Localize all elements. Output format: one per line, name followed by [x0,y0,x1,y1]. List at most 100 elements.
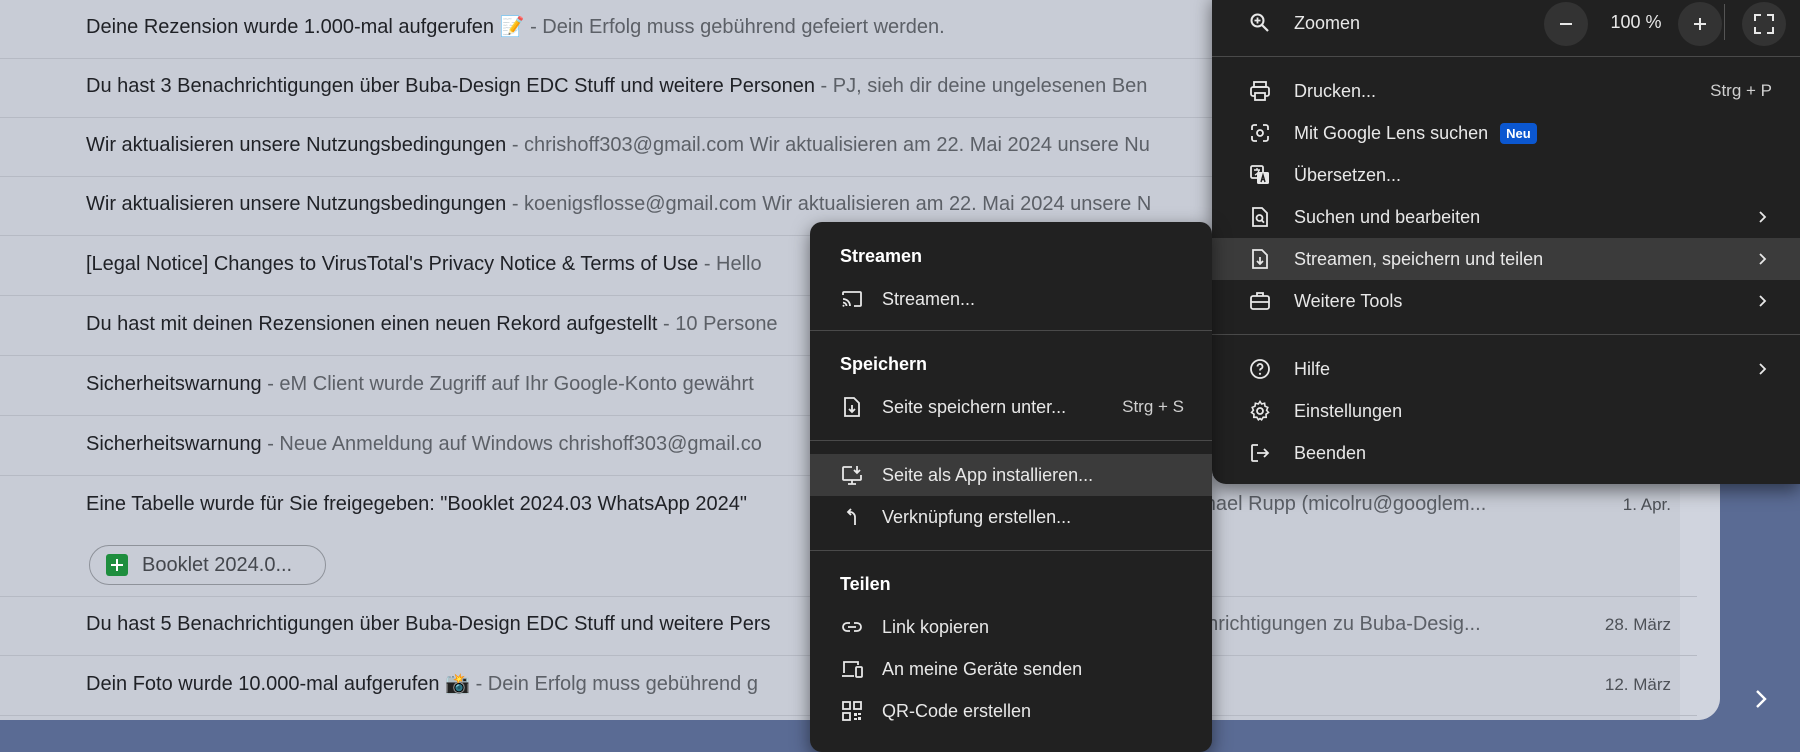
find-page-icon [1248,205,1272,229]
email-subject: Wir aktualisieren unsere Nutzungsbedingu… [86,134,507,156]
menu-item-label: Hilfe [1294,358,1331,379]
browser-main-menu: Zoomen 100 % Drucken... Strg + P Mit Goo… [1212,0,1800,484]
submenu-item-stream[interactable]: Streamen... [810,278,1212,320]
menu-item-label: Suchen und bearbeiten [1294,206,1481,227]
zoom-out-button[interactable] [1544,2,1588,46]
google-sheets-icon [106,554,128,576]
submenu-item-label: Seite als App installieren... [882,464,1094,485]
printer-icon [1248,79,1272,103]
menu-item-google-lens[interactable]: Mit Google Lens suchen Neu [1212,112,1800,154]
email-subject: Eine Tabelle wurde für Sie freigegeben: … [86,493,747,515]
exit-icon [1248,441,1272,465]
email-subject: Sicherheitswarnung [86,373,262,395]
email-snippet: - Hello [703,253,762,275]
menu-separator [810,550,1212,551]
google-lens-icon [1248,121,1272,145]
link-icon [840,615,864,639]
menu-item-help[interactable]: Hilfe [1212,348,1800,390]
chevron-right-icon [1754,247,1772,271]
fullscreen-button[interactable] [1742,2,1786,46]
zoom-icon [1248,11,1272,35]
menu-item-exit[interactable]: Beenden [1212,432,1800,474]
menu-separator [810,330,1212,331]
toolbox-icon [1248,289,1272,313]
email-subject: Du hast 5 Benachrichtigungen über Buba-D… [86,613,771,635]
menu-item-find-edit[interactable]: Suchen und bearbeiten [1212,196,1800,238]
email-snippet: - chrishoff303@gmail.com Wir aktualisier… [511,134,1150,156]
email-subject: Deine Rezension wurde 1.000-mal aufgeruf… [86,16,525,38]
submenu-item-copy-link[interactable]: Link kopieren [810,606,1212,648]
submenu-item-label: Streamen... [882,288,976,309]
email-date: 28. März [1604,615,1671,634]
section-title-save: Speichern [840,354,928,374]
email-date: 1. Apr. [1622,495,1671,514]
email-subject: Wir aktualisieren unsere Nutzungsbedingu… [86,193,507,215]
save-file-icon [840,395,864,419]
menu-separator [810,440,1212,441]
fullscreen-icon [1754,14,1774,34]
submenu-item-create-shortcut[interactable]: Verknüpfung erstellen... [810,496,1212,538]
chevron-right-icon [1754,289,1772,313]
gear-icon [1248,399,1272,423]
zoom-in-button[interactable] [1678,2,1722,46]
zoom-label: Zoomen [1294,12,1361,33]
email-snippet: - Dein Erfolg muss gebührend gefeiert we… [530,16,945,38]
chevron-right-icon[interactable] [1752,688,1770,710]
menu-item-label: Streamen, speichern und teilen [1294,248,1544,269]
submenu-item-label: QR-Code erstellen [882,700,1032,721]
section-title-stream: Streamen [840,246,923,266]
shortcut-arrow-icon [840,505,864,529]
email-date: 12. März [1604,675,1671,694]
stream-save-share-submenu: Streamen Streamen... Speichern Seite spe… [810,222,1212,752]
email-subject: Du hast 3 Benachrichtigungen über Buba-D… [86,75,815,97]
submenu-item-qr-code[interactable]: QR-Code erstellen [810,690,1212,732]
menu-item-label: Drucken... [1294,80,1377,101]
new-badge: Neu [1500,122,1537,144]
email-snippet: achrichtigungen zu Buba-Desig... [1186,613,1481,635]
zoom-value: 100 % [1610,12,1662,32]
shortcut-text: Strg + P [1710,81,1772,100]
submenu-item-save-page[interactable]: Seite speichern unter... Strg + S [810,386,1212,428]
menu-separator [1212,334,1800,335]
email-snippet: - chael Rupp (micolru@googlem... [1182,493,1487,515]
menu-separator [1212,56,1800,57]
cast-icon [840,287,864,311]
menu-item-label: Einstellungen [1294,400,1403,421]
chevron-right-icon [1754,357,1772,381]
menu-item-stream-save-share[interactable]: Streamen, speichern und teilen [1212,238,1800,280]
submenu-item-label: Verknüpfung erstellen... [882,506,1072,527]
email-subject: Du hast mit deinen Rezensionen einen neu… [86,313,658,335]
section-title-share: Teilen [840,574,891,594]
submenu-item-install-app[interactable]: Seite als App installieren... [810,454,1212,496]
translate-icon [1248,163,1272,187]
email-snippet: - PJ, sieh dir deine ungelesenen Ben [820,75,1148,97]
menu-item-label: Beenden [1294,442,1367,463]
qr-code-icon [840,699,864,723]
help-icon [1248,357,1272,381]
attachment-chip-label: Booklet 2024.0... [142,553,293,576]
shortcut-text: Strg + S [1122,397,1184,416]
menu-item-translate[interactable]: Übersetzen... [1212,154,1800,196]
chevron-right-icon [1754,205,1772,229]
submenu-item-send-devices[interactable]: An meine Geräte senden [810,648,1212,690]
email-subject: [Legal Notice] Changes to VirusTotal's P… [86,253,699,275]
menu-item-label: Weitere Tools [1294,290,1403,311]
menu-item-print[interactable]: Drucken... Strg + P [1212,70,1800,112]
attachment-chip[interactable]: Booklet 2024.0... [89,545,326,585]
email-snippet: - 10 Persone [663,313,778,335]
email-snippet: - koenigsflosse@gmail.com Wir aktualisie… [511,193,1152,215]
email-subject: Sicherheitswarnung [86,433,262,455]
devices-icon [840,657,864,681]
menu-item-settings[interactable]: Einstellungen [1212,390,1800,432]
submenu-item-label: Seite speichern unter... [882,396,1067,417]
submenu-item-label: An meine Geräte senden [882,658,1083,679]
email-snippet: - eM Client wurde Zugriff auf Ihr Google… [267,373,754,395]
menu-item-more-tools[interactable]: Weitere Tools [1212,280,1800,322]
menu-item-label: Übersetzen... [1294,164,1402,185]
email-snippet: - Dein Erfolg muss gebührend g [475,673,758,695]
install-app-icon [840,463,864,487]
save-file-icon [1248,247,1272,271]
menu-item-label: Mit Google Lens suchen [1294,122,1489,143]
email-snippet: - Neue Anmeldung auf Windows chrishoff30… [267,433,762,455]
submenu-item-label: Link kopieren [882,616,990,637]
